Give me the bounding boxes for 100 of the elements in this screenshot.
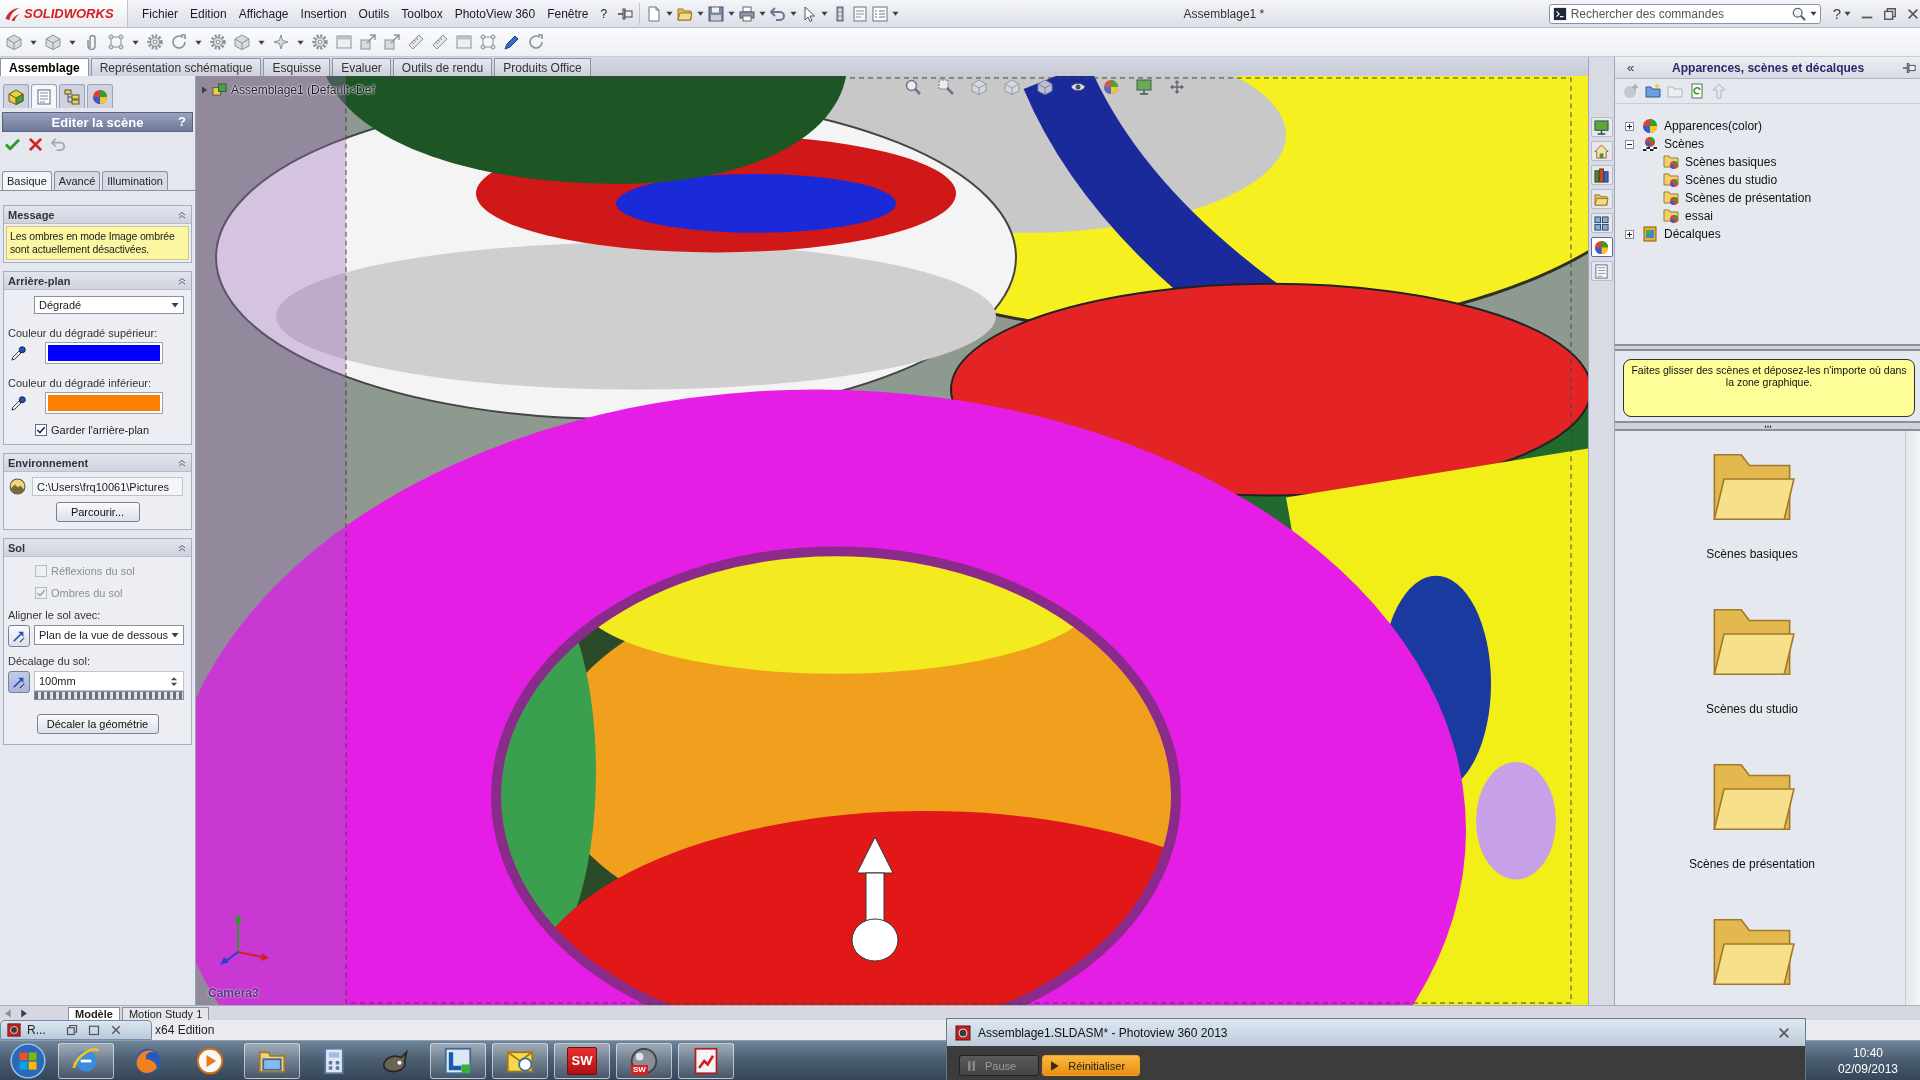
command-tab[interactable]: Evaluer [332, 58, 391, 76]
sphere-icon[interactable] [1103, 79, 1119, 95]
form-icon[interactable] [852, 5, 869, 22]
close-icon[interactable] [109, 1024, 122, 1036]
background-type-dropdown[interactable]: Dégradé [34, 296, 184, 314]
menu-item[interactable]: Edition [184, 3, 233, 24]
group-header[interactable]: Sol [4, 539, 191, 557]
offset-button[interactable] [8, 671, 30, 693]
folder-label[interactable]: Scènes du studio [1705, 702, 1799, 716]
shift-geometry-button[interactable]: Décaler la géométrie [36, 714, 159, 734]
box-arrow-icon[interactable] [360, 34, 376, 50]
cursor-icon[interactable] [801, 5, 818, 22]
tree-item[interactable]: Scènes basiques [1685, 155, 1777, 169]
ruler-icon[interactable] [408, 34, 424, 50]
caret-icon[interactable] [790, 10, 798, 17]
expand-toggle[interactable] [1625, 121, 1634, 131]
square-nodes-icon[interactable] [480, 34, 496, 50]
caret-icon[interactable] [1809, 10, 1817, 17]
caret-icon[interactable] [30, 38, 37, 46]
group-header[interactable]: Environnement [4, 454, 191, 472]
command-search-field[interactable]: Rechercher des commandes [1548, 3, 1821, 24]
taskbar-button[interactable] [678, 1042, 734, 1079]
vertical-scrollbar[interactable] [1905, 431, 1920, 1005]
folder-label[interactable]: Scènes basiques [1706, 547, 1798, 561]
browse-button[interactable]: Parcourir... [55, 502, 140, 522]
gear-icon[interactable] [312, 34, 328, 50]
command-tab[interactable]: Outils de rendu [392, 58, 493, 76]
eyedropper-icon[interactable] [11, 345, 26, 361]
expand-toggle[interactable] [1625, 229, 1634, 239]
checkmark-icon[interactable] [5, 137, 20, 152]
tree-item[interactable]: Scènes du studio [1685, 173, 1778, 187]
menu-item[interactable]: ? [594, 3, 614, 24]
new-folder-icon[interactable] [1645, 83, 1661, 99]
checkbox[interactable] [35, 424, 47, 436]
monitor-icon[interactable] [1136, 79, 1152, 95]
collapse-button[interactable]: « [1627, 60, 1635, 75]
task-pane-tab[interactable] [1590, 165, 1613, 185]
circular-arrow-icon[interactable] [528, 34, 544, 50]
search-icon[interactable] [1791, 6, 1806, 21]
thumbwheel[interactable] [34, 691, 184, 700]
color-swatch[interactable] [46, 343, 162, 363]
taskbar-button[interactable] [58, 1042, 114, 1079]
caret-icon[interactable] [258, 38, 265, 46]
gear-icon[interactable] [210, 34, 226, 50]
ruler-icon[interactable] [432, 34, 448, 50]
expand-toggle[interactable] [1625, 139, 1634, 149]
pin-icon[interactable] [1902, 60, 1916, 75]
render-control-button[interactable]: Réinitialiser [1042, 1055, 1141, 1076]
magnifier-icon[interactable] [938, 79, 954, 95]
tab[interactable]: Illumination [102, 171, 168, 190]
task-pane-tab[interactable] [1590, 141, 1613, 161]
tree-item[interactable]: Scènes de présentation [1685, 191, 1812, 205]
taskbar-button[interactable]: SW [616, 1042, 672, 1079]
color-swatch[interactable] [46, 393, 162, 413]
tree-item[interactable]: essai [1685, 209, 1713, 223]
caret-icon[interactable] [69, 38, 76, 46]
double-chevron-icon[interactable] [177, 275, 187, 286]
model-tab[interactable]: Motion Study 1 [121, 1007, 210, 1020]
align-button[interactable] [8, 625, 30, 647]
splitter-bar[interactable] [1615, 421, 1920, 431]
menu-item[interactable]: Outils [352, 3, 396, 24]
eyedropper-icon[interactable] [11, 395, 26, 411]
task-pane-tab[interactable] [1590, 213, 1613, 233]
splitter-bar[interactable] [1615, 344, 1920, 351]
sparkle-icon[interactable] [273, 34, 289, 50]
tree-item[interactable]: Apparences(color) [1664, 119, 1763, 133]
command-tab[interactable]: Assemblage [0, 58, 89, 76]
square-nodes-icon[interactable] [108, 34, 124, 50]
circular-arrow-icon[interactable] [171, 34, 187, 50]
command-tab[interactable]: Esquisse [263, 58, 331, 76]
taskbar-button[interactable]: SW [554, 1042, 610, 1079]
restore-icon[interactable] [65, 1024, 78, 1036]
tab[interactable]: Avancé [53, 171, 101, 190]
caret-icon[interactable] [728, 10, 736, 17]
caret-icon[interactable] [132, 38, 139, 46]
box-arrow-icon[interactable] [384, 34, 400, 50]
maximize-icon[interactable] [87, 1024, 100, 1036]
arrow-left-icon[interactable] [4, 1009, 13, 1018]
menu-item[interactable]: Affichage [232, 3, 295, 24]
menu-item[interactable]: PhotoView 360 [448, 3, 542, 24]
move-arrows-icon[interactable] [1169, 79, 1185, 95]
caret-icon[interactable] [666, 10, 674, 17]
caret-icon[interactable] [1844, 10, 1851, 17]
close-icon[interactable] [1906, 6, 1920, 21]
taskbar-button[interactable] [430, 1042, 486, 1079]
pen-icon[interactable] [504, 34, 520, 50]
offset-field[interactable]: 100mm [34, 671, 184, 691]
caret-icon[interactable] [297, 38, 304, 46]
pin-icon[interactable] [617, 5, 634, 22]
caret-icon[interactable] [195, 38, 202, 46]
undo-icon[interactable] [770, 5, 787, 22]
minimized-window[interactable]: R... [0, 1020, 152, 1040]
taskbar-button[interactable] [244, 1042, 300, 1079]
tab[interactable]: Basique [2, 171, 52, 190]
align-plane-dropdown[interactable]: Plan de la vue de dessous [34, 625, 184, 645]
menu-item[interactable]: Fenêtre [541, 3, 595, 24]
task-pane-tab[interactable] [1590, 117, 1613, 137]
close-icon[interactable] [1777, 1025, 1791, 1040]
caret-icon[interactable] [697, 10, 705, 17]
close-icon[interactable] [28, 137, 43, 152]
